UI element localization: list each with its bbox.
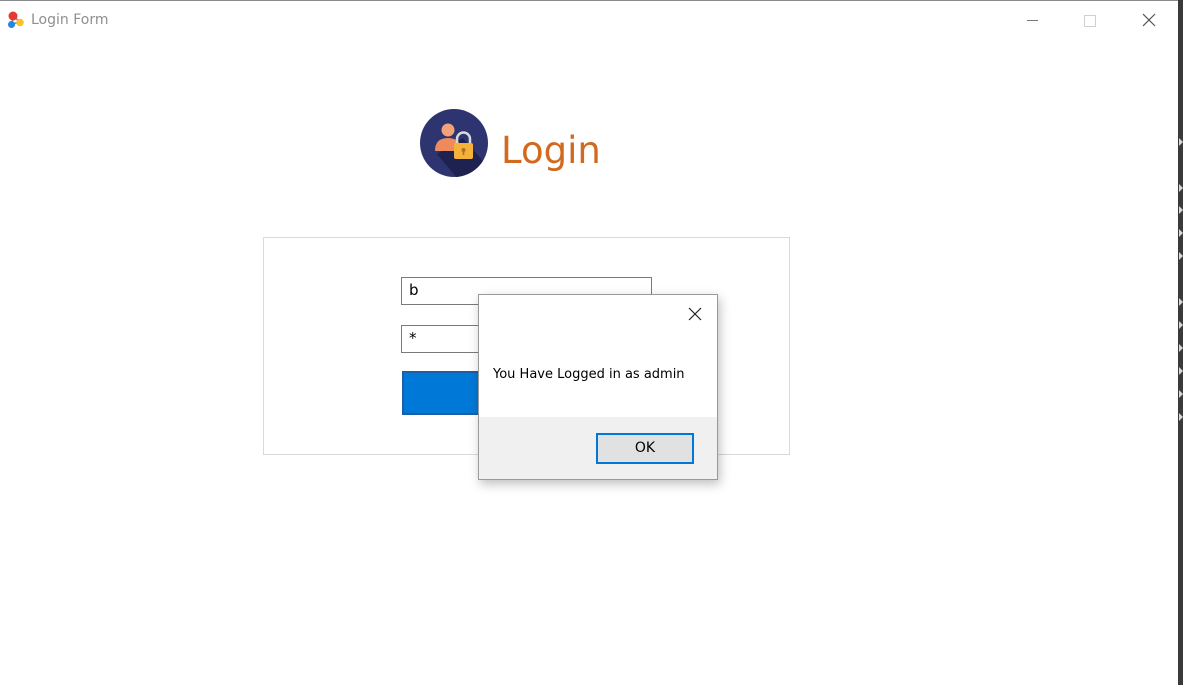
maximize-icon[interactable] — [1076, 9, 1104, 33]
message-box: You Have Logged in as admin OK — [478, 294, 718, 480]
close-icon[interactable] — [1135, 9, 1163, 33]
app-molecule-icon — [6, 10, 26, 30]
window-title: Login Form — [31, 12, 109, 28]
title-bar[interactable]: Login Form — [0, 1, 1178, 41]
minimize-icon[interactable] — [1018, 9, 1046, 33]
dialog-footer: OK — [479, 417, 717, 479]
ok-button[interactable]: OK — [596, 433, 694, 464]
login-heading: Login — [501, 129, 601, 172]
dialog-message: You Have Logged in as admin — [493, 367, 685, 382]
background-window-edge — [1178, 0, 1183, 685]
close-icon[interactable] — [686, 305, 704, 323]
user-lock-icon — [419, 108, 489, 178]
login-form-window: Login Form Login b * You Have Logged in … — [0, 0, 1178, 685]
